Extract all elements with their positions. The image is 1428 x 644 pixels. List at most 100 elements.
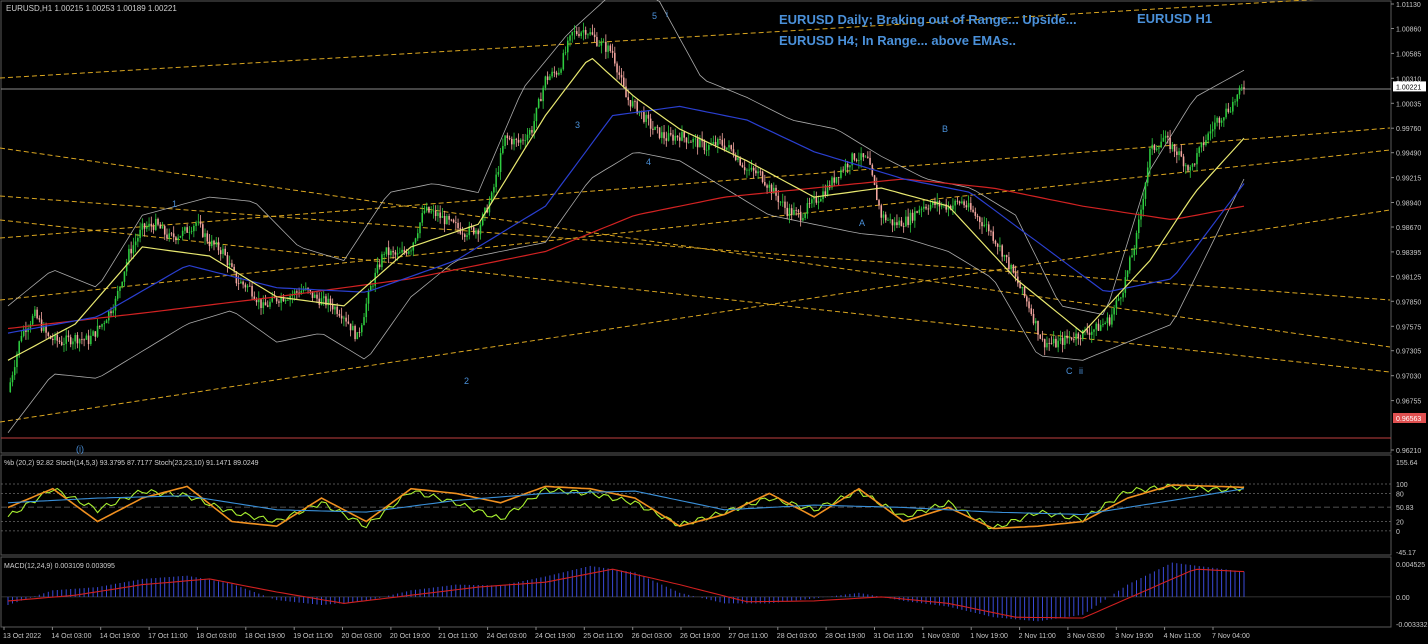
candle-body <box>242 281 244 285</box>
candle-body <box>777 195 780 202</box>
candle-body <box>1185 165 1187 167</box>
candle-body <box>790 208 793 215</box>
candle-body <box>683 131 685 138</box>
candle-body <box>58 340 61 342</box>
candle-body <box>992 231 994 241</box>
candle-body <box>1240 87 1243 89</box>
candle-body <box>905 216 907 227</box>
candle-body <box>1211 129 1214 132</box>
time-tick-label: 20 Oct 19:00 <box>390 633 430 640</box>
candle-body <box>1126 270 1129 278</box>
candle-body <box>708 145 710 150</box>
low-price-label: 0.96563 <box>1396 416 1421 423</box>
candle-body <box>864 156 867 158</box>
candle-body <box>824 191 827 196</box>
candle-body <box>475 230 477 234</box>
candle-body <box>401 249 403 253</box>
candle-body <box>1202 142 1205 146</box>
wave-label-5: i <box>666 9 668 19</box>
price-tick-label: 0.97305 <box>1396 349 1421 356</box>
candle-body <box>110 311 112 314</box>
candle-body <box>383 254 385 255</box>
candle-body <box>1075 333 1077 340</box>
stoch-panel[interactable] <box>0 454 1392 556</box>
candle-body <box>714 141 717 146</box>
candle-body <box>251 285 253 297</box>
candle-body <box>1205 140 1207 146</box>
candle-body <box>730 145 733 150</box>
candle-body <box>996 243 999 247</box>
candle-body <box>105 320 108 324</box>
candle-body <box>1149 148 1151 168</box>
price-tick-label: 0.96755 <box>1396 399 1421 406</box>
candle-body <box>56 334 59 341</box>
time-tick-label: 7 Nov 04:00 <box>1212 633 1250 640</box>
chart-window[interactable]: 1 2 3 4 5 i A B C ii (i) 1.01130 1.00860 1.00585 1.00… <box>0 0 1428 644</box>
time-tick-label: 28 Oct 03:00 <box>777 633 817 640</box>
candle-body <box>768 184 771 188</box>
candle-body <box>817 201 820 203</box>
candle-body <box>844 163 847 171</box>
candle-body <box>940 205 943 207</box>
wave-label-6: A <box>859 218 865 228</box>
candle-body <box>495 174 497 188</box>
candle-body <box>551 71 553 77</box>
candle-body <box>119 286 121 291</box>
candle-body <box>184 227 186 231</box>
candle-body <box>1079 338 1082 340</box>
candle-body <box>739 157 741 166</box>
candle-body <box>858 160 860 162</box>
candle-body <box>672 134 674 141</box>
candle-body <box>392 250 394 253</box>
candle-body <box>542 87 544 102</box>
candle-body <box>748 169 750 171</box>
candle-body <box>1180 151 1183 157</box>
candle-body <box>1068 337 1071 339</box>
candle-body <box>983 224 986 227</box>
price-tick-label: 1.01130 <box>1396 2 1421 9</box>
stoch-tick-label: 155.64 <box>1396 460 1418 467</box>
candle-body <box>448 216 450 220</box>
candle-body <box>994 240 997 244</box>
candle-body <box>976 215 979 218</box>
candle-body <box>929 204 932 210</box>
candle-body <box>504 135 506 147</box>
candle-body <box>1227 108 1230 112</box>
candle-body <box>786 207 788 216</box>
candle-body <box>1026 296 1028 302</box>
candle-body <box>1052 338 1055 344</box>
candle-body <box>76 335 79 344</box>
candle-body <box>313 294 316 298</box>
candle-body <box>63 343 65 345</box>
candle-body <box>658 127 661 138</box>
candle-body <box>853 153 856 160</box>
candle-body <box>338 313 341 316</box>
candle-body <box>1229 111 1232 113</box>
candle-body <box>175 237 177 241</box>
candle-body <box>743 167 746 171</box>
candle-body <box>52 338 54 341</box>
candle-body <box>723 145 726 150</box>
candle-body <box>1193 163 1196 165</box>
candle-body <box>434 210 437 217</box>
candle-body <box>190 231 193 233</box>
candle-body <box>797 210 800 212</box>
candle-body <box>1005 255 1008 258</box>
candle-body <box>258 299 260 303</box>
candle-body <box>1200 142 1203 148</box>
candle-body <box>533 121 535 133</box>
candle-body <box>1142 198 1145 210</box>
candle-body <box>81 339 83 340</box>
candle-body <box>918 209 921 213</box>
candle-body <box>179 235 182 238</box>
candle-body <box>985 224 988 226</box>
candle-body <box>506 135 509 139</box>
candle-body <box>161 226 164 229</box>
candle-body <box>1196 153 1198 165</box>
candle-body <box>419 222 421 234</box>
candle-body <box>508 138 511 139</box>
candle-body <box>1057 340 1059 348</box>
candle-body <box>446 216 448 225</box>
candle-body <box>1234 101 1236 103</box>
candle-body <box>974 211 977 216</box>
